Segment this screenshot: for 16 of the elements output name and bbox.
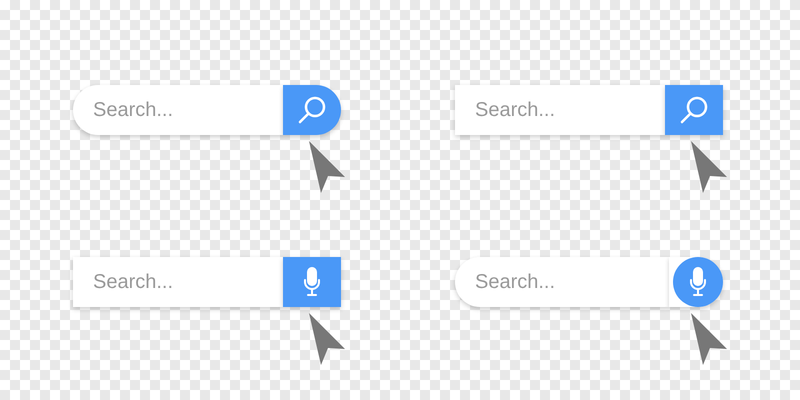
cursor-icon xyxy=(309,141,345,193)
microphone-icon xyxy=(303,267,321,297)
search-icon xyxy=(679,95,709,125)
search-field[interactable]: Search... xyxy=(73,257,283,307)
cursor-icon xyxy=(691,313,727,365)
search-field[interactable]: Search... xyxy=(455,257,669,307)
search-button[interactable] xyxy=(665,85,723,135)
search-button[interactable] xyxy=(283,85,341,135)
microphone-button[interactable] xyxy=(669,257,723,307)
cursor-icon xyxy=(309,313,345,365)
microphone-button[interactable] xyxy=(283,257,341,307)
search-icon xyxy=(297,95,327,125)
search-field[interactable]: Search... xyxy=(73,85,283,135)
cursor-icon xyxy=(691,141,727,193)
microphone-icon xyxy=(689,267,707,297)
search-field[interactable]: Search... xyxy=(455,85,665,135)
